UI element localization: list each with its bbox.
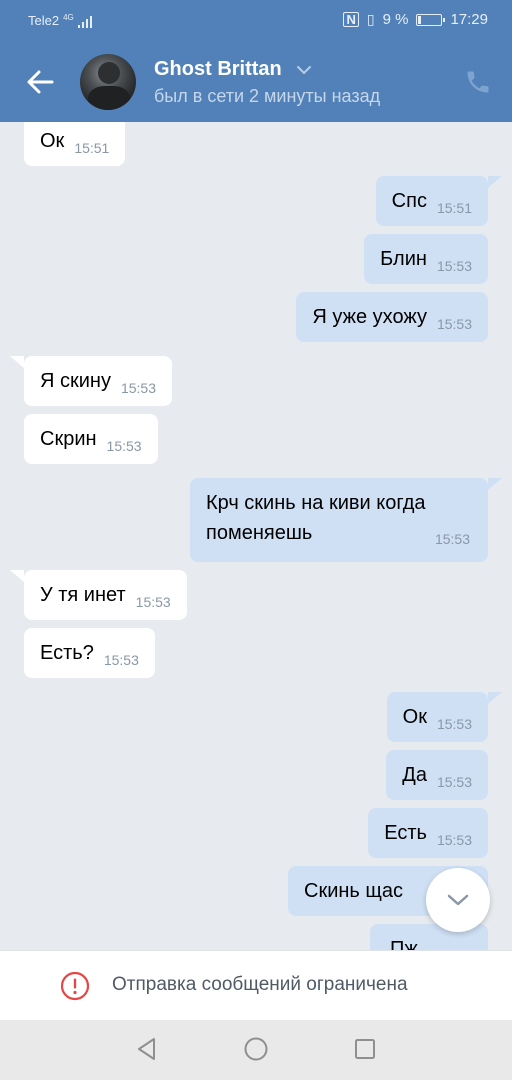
message-time: 15:53 [436,774,472,790]
message-bubble-outgoing[interactable]: Я уже ухожу 15:53 [296,292,488,342]
message-time: 15:53 [120,380,157,396]
message-time: 15:53 [135,594,171,610]
message-time: 15:51 [436,200,472,216]
system-navigation-bar [0,1020,512,1080]
message-time: 15:53 [436,716,472,732]
contact-name[interactable]: Ghost Brittan [154,58,282,81]
message-text: Ок [40,130,65,152]
message-list[interactable]: Ок 15:51 Спс 15:51 Блин 15:53 Я уже ухожу 15… [0,122,512,950]
message-text: У тя инет [40,584,126,606]
top-app-bar: Tele2 4G N ▯ 9 % 17:29 Ghost Brittan был… [0,0,512,122]
battery-icon [416,13,446,26]
message-time: 15:53 [106,438,142,454]
message-text: Крч скинь на киви когда поменяешь [206,492,426,544]
message-time: 15:53 [103,652,139,668]
nfc-icon: N [343,12,359,27]
message-time: 15:53 [436,316,472,332]
triangle-back-icon[interactable] [134,1036,160,1062]
message-text: Да [402,764,427,786]
bubble-tail [10,356,24,368]
square-recent-icon[interactable] [352,1036,378,1062]
message-bubble-outgoing[interactable]: Крч скинь на киви когда поменяешь 15:53 [190,478,488,562]
message-text: Скинь щас [304,880,403,902]
phone-icon[interactable] [464,68,492,96]
message-bubble-outgoing[interactable]: Ок 15:53 [386,692,488,742]
message-text: Спс [391,190,427,212]
status-icons: N ▯ 9 % 17:29 [343,11,488,28]
message-time: 15:53 [436,258,472,274]
battery-percent: 9 % [382,11,409,28]
chevron-down-icon [447,894,469,906]
message-text: Скрин [40,428,97,450]
alert-circle-icon [60,971,90,1001]
carrier-label: Tele2 [28,13,60,28]
network-type-label: 4G [63,13,74,22]
message-bubble-outgoing[interactable]: Спс 15:51 [375,176,488,226]
message-text: Я скину [40,370,111,392]
message-time: 15:53 [436,832,472,848]
carrier-info: Tele2 4G [28,13,92,28]
arrow-left-icon[interactable] [22,64,58,100]
circle-home-icon[interactable] [243,1036,269,1062]
message-text: Я уже ухожу [312,306,427,328]
message-bubble-incoming[interactable]: У тя инет 15:53 [24,570,187,620]
message-text: Пж [390,938,418,950]
message-time: 15:53 [434,531,470,547]
message-bubble-outgoing[interactable]: Блин 15:53 [364,234,488,284]
message-text: Ок [402,706,427,728]
message-bubble-incoming[interactable]: Скрин 15:53 [24,414,158,464]
message-text: Блин [380,248,427,270]
message-bubble-incoming[interactable]: Есть? 15:53 [24,628,155,678]
scroll-to-bottom-button[interactable] [426,868,490,932]
clock: 17:29 [450,11,488,28]
avatar[interactable] [80,54,136,110]
bubble-tail [488,692,502,704]
bubble-tail [488,176,502,188]
contact-status: был в сети 2 минуты назад [154,86,381,106]
message-bubble-incoming[interactable]: Я скину 15:53 [24,356,173,406]
vibrate-icon: ▯ [366,11,375,27]
chevron-down-icon[interactable] [296,64,312,76]
bubble-tail [10,570,24,582]
signal-icon [77,16,92,28]
status-bar: Tele2 4G N ▯ 9 % 17:29 [0,0,512,40]
message-bubble-incoming[interactable]: Ок 15:51 [24,122,126,166]
message-bubble-outgoing[interactable]: Да 15:53 [386,750,488,800]
message-bubble-outgoing[interactable]: Есть 15:53 [368,808,488,858]
restriction-text: Отправка сообщений ограничена [112,974,408,995]
message-text: Есть? [40,642,94,664]
message-time: 15:51 [74,140,110,156]
message-text: Есть [384,822,427,844]
restriction-banner: Отправка сообщений ограничена [0,950,512,1020]
bubble-tail [488,478,502,490]
